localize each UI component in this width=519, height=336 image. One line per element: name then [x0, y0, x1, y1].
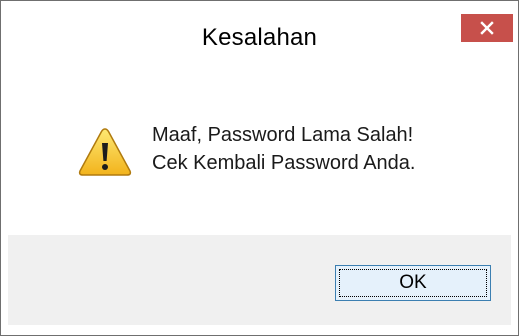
dialog-content: Maaf, Password Lama Salah! Cek Kembali P… [8, 79, 511, 325]
close-button[interactable] [461, 14, 513, 42]
warning-icon [78, 128, 132, 176]
ok-button[interactable]: OK [335, 265, 491, 301]
button-bar: OK [8, 235, 511, 325]
close-icon [480, 21, 494, 35]
dialog-title: Kesalahan [201, 24, 318, 51]
error-dialog: Kesalahan Maaf, Password Lama Salah! Cek… [0, 0, 519, 336]
title-bar[interactable]: Kesalahan [1, 1, 518, 78]
message-line-2: Cek Kembali Password Anda. [152, 152, 416, 174]
message-line-1: Maaf, Password Lama Salah! [152, 124, 414, 146]
error-message: Maaf, Password Lama Salah! Cek Kembali P… [152, 121, 415, 177]
message-area: Maaf, Password Lama Salah! Cek Kembali P… [8, 79, 511, 234]
